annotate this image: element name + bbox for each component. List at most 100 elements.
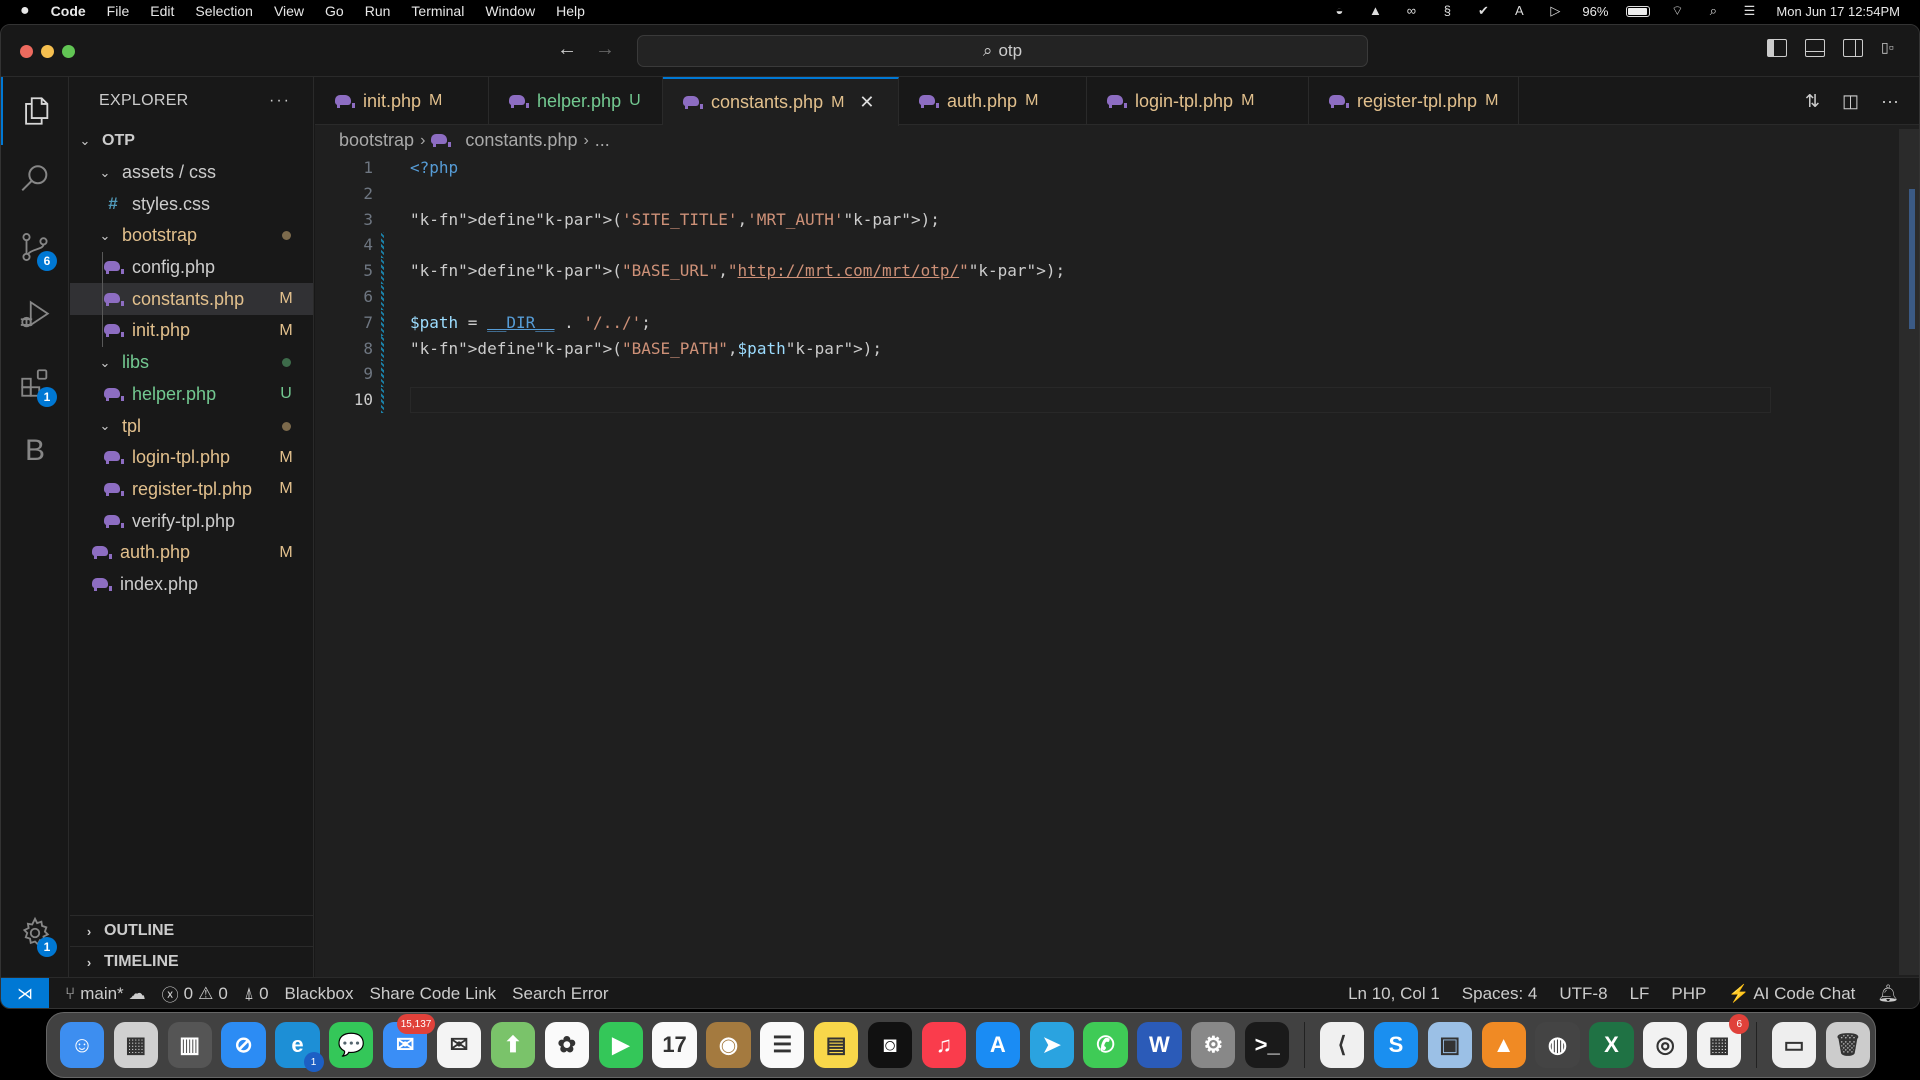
code-line[interactable]: 2 bbox=[315, 181, 1919, 207]
run-debug-icon[interactable] bbox=[1, 281, 69, 349]
ports-indicator[interactable]: ⍋ 0 bbox=[244, 984, 269, 1004]
dock-airmail-icon[interactable]: ✉ bbox=[436, 1022, 482, 1068]
toggle-secondary-sidebar-icon[interactable] bbox=[1843, 39, 1863, 57]
dock-music-icon[interactable]: ♫ bbox=[921, 1022, 967, 1068]
outline-section[interactable]: › OUTLINE bbox=[70, 915, 313, 946]
apple-menu-icon[interactable]: ● bbox=[20, 2, 30, 20]
tree-folder[interactable]: ⌄ libs bbox=[70, 347, 313, 379]
code-line[interactable]: 8 "k-fn">define"k-par">("BASE_PATH",$path… bbox=[315, 335, 1919, 362]
play-status-icon[interactable]: ▷ bbox=[1546, 4, 1564, 18]
dock-facetime-icon[interactable]: ▶ bbox=[598, 1022, 643, 1068]
code-line[interactable]: 7 $path = __DIR__ . '/../'; bbox=[315, 309, 1919, 336]
tree-file[interactable]: register-tpl.php M bbox=[70, 474, 313, 506]
close-window-button[interactable] bbox=[20, 45, 33, 58]
dock-vlc-icon[interactable]: ▲ bbox=[1481, 1022, 1526, 1068]
split-editor-icon[interactable]: ◫ bbox=[1842, 91, 1859, 112]
status-share-code-link[interactable]: Share Code Link bbox=[370, 984, 497, 1004]
breadcrumb-symbol[interactable]: ... bbox=[595, 130, 610, 151]
menu-run[interactable]: Run bbox=[365, 3, 391, 19]
dock-safari-icon[interactable]: ⊘ bbox=[221, 1022, 266, 1068]
dock-ms-store-icon[interactable]: ▦ 6 bbox=[1697, 1014, 1750, 1068]
remote-indicator-icon[interactable]: ⋊ bbox=[1, 977, 49, 1008]
dock-skype-icon[interactable]: S bbox=[1373, 1022, 1419, 1068]
indentation[interactable]: Spaces: 4 bbox=[1462, 984, 1538, 1004]
dock-mail-icon[interactable]: ✉ 15,137 bbox=[383, 1014, 436, 1068]
problems-indicator[interactable]: ⓧ 0 ⚠ 0 bbox=[162, 981, 228, 1006]
customize-layout-icon[interactable] bbox=[1881, 39, 1901, 57]
dock-reminders-icon[interactable]: ☰ bbox=[760, 1022, 805, 1068]
tab-register-tpl-php[interactable]: register-tpl.php M bbox=[1309, 77, 1520, 125]
menu-selection[interactable]: Selection bbox=[195, 3, 253, 19]
toggle-primary-sidebar-icon[interactable] bbox=[1767, 39, 1787, 57]
cursor-position[interactable]: Ln 10, Col 1 bbox=[1348, 984, 1440, 1004]
ai-code-chat[interactable]: ⚡ AI Code Chat bbox=[1728, 984, 1855, 1004]
branch-indicator[interactable]: ⑂ main* ☁ bbox=[65, 984, 146, 1004]
tab-auth-php[interactable]: auth.php M bbox=[899, 77, 1087, 125]
end-of-line[interactable]: LF bbox=[1630, 984, 1650, 1004]
tree-file[interactable]: verify-tpl.php bbox=[70, 505, 313, 537]
editor-scrollbar[interactable] bbox=[1899, 129, 1919, 975]
scrollbar-thumb[interactable] bbox=[1909, 189, 1915, 329]
code-editor[interactable]: 1 <?php 2 3 "k-fn">define"k-par">('SITE_TITL… bbox=[315, 155, 1919, 413]
spotlight-icon[interactable]: ⌕ bbox=[1704, 4, 1722, 18]
dock-preview-icon[interactable]: ▣ bbox=[1427, 1022, 1472, 1068]
tree-file[interactable]: # styles.css bbox=[70, 188, 313, 220]
checkmark-status-icon[interactable]: ✔ bbox=[1474, 4, 1492, 18]
dock-maps-icon[interactable]: ⬆ bbox=[490, 1022, 536, 1068]
dock-messages-icon[interactable]: 💬 bbox=[329, 1022, 374, 1068]
language-mode[interactable]: PHP bbox=[1671, 984, 1706, 1004]
timeline-section[interactable]: › TIMELINE bbox=[70, 946, 313, 977]
vlc-status-icon[interactable]: ▲ bbox=[1366, 4, 1384, 18]
toggle-panel-icon[interactable] bbox=[1805, 39, 1825, 57]
status-search-error[interactable]: Search Error bbox=[512, 984, 608, 1004]
input-source-icon[interactable]: A bbox=[1510, 4, 1528, 18]
menu-help[interactable]: Help bbox=[556, 3, 585, 19]
explorer-icon[interactable] bbox=[1, 77, 69, 145]
menu-window[interactable]: Window bbox=[485, 3, 535, 19]
dock-trash-icon[interactable]: 🗑 bbox=[1825, 1022, 1871, 1068]
tab-init-php[interactable]: init.php M bbox=[315, 77, 489, 125]
dock-installer-disk-icon[interactable]: ▭ bbox=[1771, 1022, 1817, 1068]
dock-chrome-icon[interactable]: ◎ bbox=[1643, 1022, 1688, 1068]
control-center-icon[interactable]: ☰ bbox=[1740, 4, 1758, 18]
clock[interactable]: Mon Jun 17 12:54PM bbox=[1776, 4, 1900, 19]
dock-vscode-icon[interactable]: ⟨ bbox=[1319, 1022, 1365, 1068]
forward-arrow-icon[interactable]: → bbox=[595, 38, 615, 61]
tree-file[interactable]: login-tpl.php M bbox=[70, 442, 313, 474]
close-tab-icon[interactable]: ✕ bbox=[859, 92, 874, 113]
menu-view[interactable]: View bbox=[274, 3, 304, 19]
dock-word-icon[interactable]: W bbox=[1137, 1022, 1182, 1068]
code-line[interactable]: 6 bbox=[315, 283, 1919, 310]
code-line[interactable]: 3 "k-fn">define"k-par">('SITE_TITLE','MRT… bbox=[315, 207, 1919, 233]
tree-folder[interactable]: ⌄ tpl bbox=[70, 410, 313, 442]
dock-launchpad-icon[interactable]: ▦ bbox=[113, 1022, 158, 1068]
tree-file[interactable]: helper.php U bbox=[70, 379, 313, 411]
tab-login-tpl-php[interactable]: login-tpl.php M bbox=[1087, 77, 1309, 125]
dock-calculator-icon[interactable]: ▥ bbox=[167, 1022, 212, 1068]
dock-contacts-icon[interactable]: ◉ bbox=[706, 1022, 751, 1068]
code-line[interactable]: 1 <?php bbox=[315, 155, 1919, 181]
tree-root-otp[interactable]: ⌄ OTP bbox=[70, 125, 313, 157]
tab-constants-php[interactable]: constants.php M ✕ bbox=[663, 77, 899, 126]
status-chain-icon[interactable]: § bbox=[1438, 4, 1456, 18]
dock-calendar-icon[interactable]: 17 bbox=[652, 1022, 697, 1068]
code-line[interactable]: 9 bbox=[315, 361, 1919, 388]
menu-go[interactable]: Go bbox=[325, 3, 344, 19]
settings-gear-icon[interactable]: 1 bbox=[1, 899, 69, 967]
more-actions-icon[interactable]: ··· bbox=[1881, 91, 1899, 112]
battery-icon[interactable] bbox=[1626, 5, 1651, 17]
dock-photos-icon[interactable]: ✿ bbox=[544, 1022, 589, 1068]
back-arrow-icon[interactable]: ← bbox=[557, 38, 577, 61]
notifications-bell-icon[interactable]: 🔔︎ bbox=[1877, 984, 1899, 1004]
blackbox-icon[interactable]: B bbox=[1, 417, 69, 485]
tree-folder[interactable]: ⌄ assets / css bbox=[70, 157, 313, 189]
code-line[interactable]: 4 bbox=[315, 232, 1919, 259]
more-actions-icon[interactable]: ··· bbox=[269, 92, 291, 110]
app-menu[interactable]: Code bbox=[51, 3, 86, 19]
dock-pasta-app-icon[interactable]: ◍ bbox=[1535, 1022, 1580, 1068]
dock-terminal-icon[interactable]: >_ bbox=[1245, 1022, 1290, 1068]
dock-excel-icon[interactable]: X bbox=[1589, 1022, 1634, 1068]
breadcrumb-file[interactable]: constants.php bbox=[465, 130, 577, 151]
code-line[interactable]: 10 bbox=[315, 387, 1919, 413]
wifi-icon[interactable]: ⌔ bbox=[1668, 4, 1686, 18]
